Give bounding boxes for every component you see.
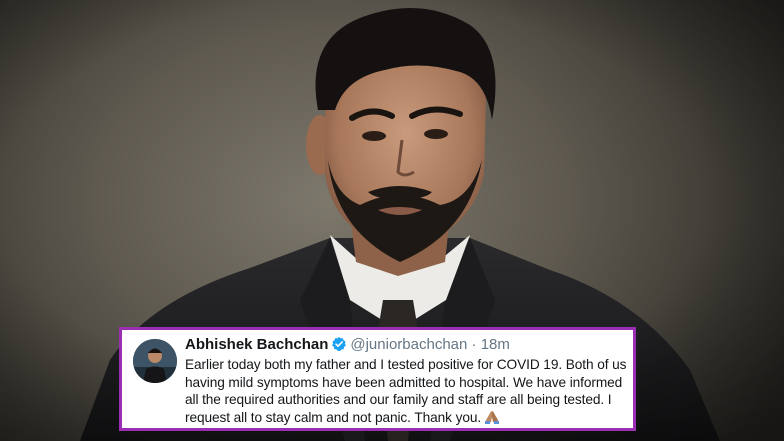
verified-badge-icon <box>331 336 347 357</box>
avatar-image <box>133 339 177 383</box>
tweet-timestamp[interactable]: 18m <box>481 336 510 353</box>
tweet-header: Abhishek Bachchan @juniorbachchan · 18m <box>185 336 510 357</box>
tweet-card[interactable]: Abhishek Bachchan @juniorbachchan · 18m E… <box>119 327 636 431</box>
display-name[interactable]: Abhishek Bachchan <box>185 336 328 353</box>
tweet-text: Earlier today both my father and I teste… <box>185 357 627 425</box>
separator: · <box>471 336 477 353</box>
tweet-text-block: Earlier today both my father and I teste… <box>185 356 630 428</box>
avatar[interactable] <box>133 339 177 383</box>
user-handle[interactable]: @juniorbachchan <box>350 336 467 353</box>
folded-hands-icon <box>484 409 500 429</box>
screenshot-stage: Abhishek Bachchan @juniorbachchan · 18m E… <box>0 0 784 441</box>
